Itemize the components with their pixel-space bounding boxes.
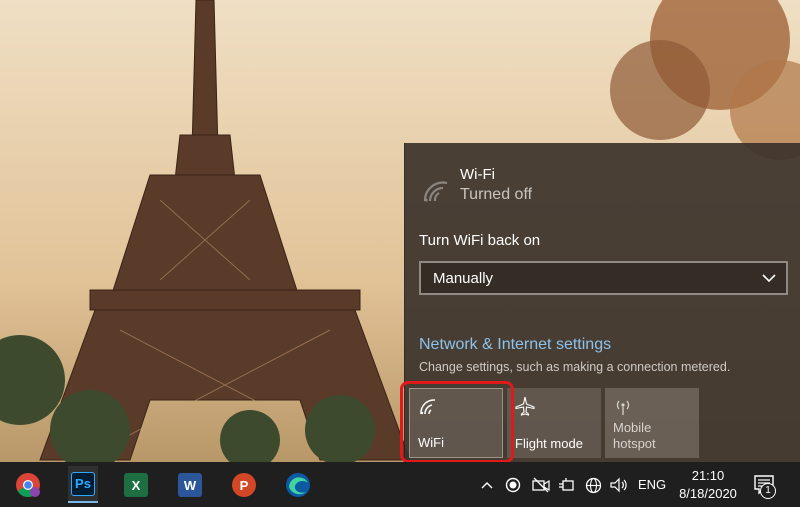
chrome-taskbar-button[interactable]: [14, 471, 42, 499]
photoshop-taskbar-button[interactable]: Ps: [68, 466, 98, 503]
network-name: Wi-Fi: [460, 166, 495, 183]
power-tray-button[interactable]: [556, 474, 578, 496]
meet-now-tray-button[interactable]: [530, 474, 552, 496]
record-tray-button[interactable]: [502, 474, 524, 496]
speaker-icon: [610, 477, 627, 493]
clock-time: 21:10: [691, 468, 725, 483]
network-status: Turned off: [460, 186, 533, 203]
edge-taskbar-button[interactable]: [284, 471, 312, 499]
mobile-hotspot-tile-label: Mobile hotspot: [613, 420, 656, 451]
chevron-up-icon: [481, 482, 493, 489]
clock-date: 8/18/2020: [679, 486, 737, 501]
wifi-icon: [420, 399, 436, 415]
powerpoint-taskbar-button[interactable]: P: [230, 471, 258, 499]
wifi-toggle-tile[interactable]: WiFi: [409, 388, 503, 458]
chrome-icon: [16, 473, 40, 498]
excel-icon: X: [124, 473, 148, 497]
turn-wifi-on-dropdown[interactable]: Manually: [419, 261, 788, 295]
wifi-signal-icon: [423, 181, 448, 202]
hotspot-icon: [616, 400, 630, 415]
wifi-tile-label: WiFi: [418, 435, 444, 450]
network-tray-button[interactable]: [582, 474, 604, 496]
airplane-icon: [515, 396, 535, 416]
record-icon: [505, 477, 521, 493]
input-language-indicator[interactable]: ENG: [638, 477, 666, 492]
network-flyout: Wi-Fi Turned off Turn WiFi back on Manua…: [404, 143, 800, 462]
show-hidden-icons-button[interactable]: [478, 474, 496, 496]
taskbar: Ps X W P ENG 21:10 8/18/2020 1: [0, 462, 800, 507]
word-taskbar-button[interactable]: W: [176, 471, 204, 499]
flight-mode-tile-label: Flight mode: [515, 436, 583, 451]
photoshop-icon: Ps: [71, 471, 95, 496]
mobile-hotspot-tile[interactable]: Mobile hotspot: [605, 388, 699, 458]
edge-icon: [286, 473, 310, 497]
chevron-down-icon: [762, 274, 776, 283]
flight-mode-tile[interactable]: Flight mode: [507, 388, 601, 458]
notification-count-badge: 1: [760, 483, 776, 499]
dropdown-selected-value: Manually: [433, 270, 494, 287]
network-settings-link[interactable]: Network & Internet settings: [419, 336, 611, 354]
camera-off-icon: [532, 477, 550, 493]
turn-wifi-on-label: Turn WiFi back on: [419, 232, 541, 249]
network-settings-description: Change settings, such as making a connec…: [419, 360, 731, 374]
power-plug-icon: [559, 478, 574, 491]
powerpoint-icon: P: [232, 473, 256, 497]
word-icon: W: [178, 473, 202, 497]
taskbar-clock[interactable]: 21:10 8/18/2020: [674, 467, 742, 503]
globe-icon: [585, 477, 601, 493]
excel-taskbar-button[interactable]: X: [122, 471, 150, 499]
volume-tray-button[interactable]: [608, 474, 630, 496]
